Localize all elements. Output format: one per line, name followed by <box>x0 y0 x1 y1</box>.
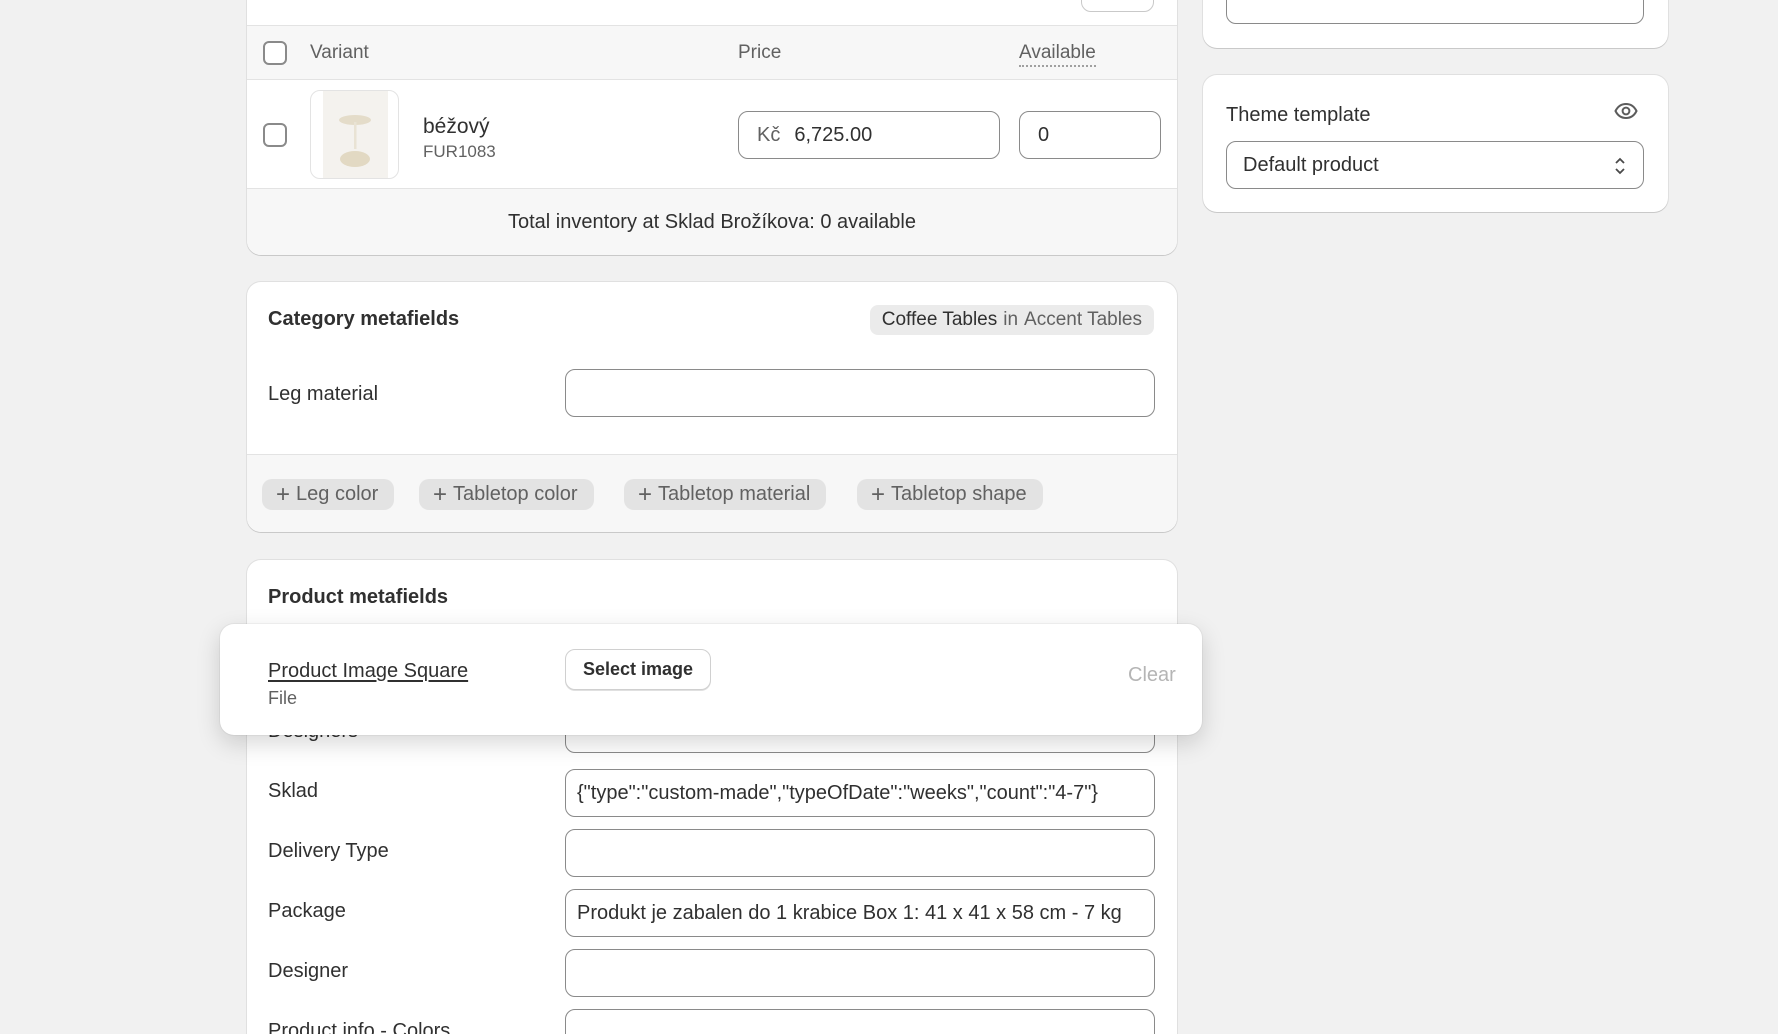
variant-price-input[interactable]: Kč 6,725.00 <box>738 111 1000 159</box>
package-label: Package <box>268 900 346 922</box>
select-image-button[interactable]: Select image <box>565 649 712 690</box>
delivery-type-input[interactable] <box>565 829 1155 877</box>
product-info-colors-input[interactable] <box>565 1009 1155 1034</box>
plus-icon: + <box>871 480 886 508</box>
price-value: 6,725.00 <box>794 123 873 146</box>
category-metafields-title: Category metafields <box>268 308 460 330</box>
add-tabletop-color-chip[interactable]: + Tabletop color <box>419 479 594 510</box>
delivery-type-label: Delivery Type <box>268 840 389 862</box>
leg-material-input[interactable] <box>565 369 1155 417</box>
category-in: in <box>1003 309 1019 330</box>
category-badge: Coffee Tables in Accent Tables <box>869 305 1154 335</box>
product-image-square-link[interactable]: Product Image Square <box>268 660 468 683</box>
variant-name[interactable]: béžový <box>423 115 490 139</box>
product-info-colors-label: Product info - Colors <box>268 1020 451 1034</box>
designer-label: Designer <box>268 960 349 982</box>
available-value: 0 <box>1038 123 1050 146</box>
select-image-label: Select image <box>583 659 694 679</box>
plus-icon: + <box>276 480 291 508</box>
theme-template-title: Theme template <box>1226 104 1371 126</box>
plus-icon: + <box>433 480 448 508</box>
field-type-label: File <box>268 688 298 708</box>
price-header: Price <box>738 42 782 63</box>
add-tabletop-shape-chip[interactable]: + Tabletop shape <box>857 479 1043 510</box>
variants-top-button[interactable] <box>1081 0 1154 12</box>
theme-template-value: Default product <box>1243 153 1379 176</box>
plus-icon: + <box>638 480 653 508</box>
theme-template-card: Theme template Default product <box>1203 75 1668 212</box>
total-inventory-footer: Total inventory at Sklad Brožíkova: 0 av… <box>247 189 1177 255</box>
package-input[interactable]: Produkt je zabalen do 1 krabice Box 1: 4… <box>565 889 1155 937</box>
chip-label: Leg color <box>296 483 379 505</box>
select-all-checkbox[interactable] <box>263 41 287 65</box>
designer-input[interactable] <box>565 949 1155 997</box>
clear-button[interactable]: Clear <box>1128 664 1176 687</box>
leg-material-label: Leg material <box>268 383 379 405</box>
select-chevron-icon <box>1612 154 1628 178</box>
category-parent: Accent Tables <box>1024 309 1142 330</box>
sklad-value: {"type":"custom-made","typeOfDate":"week… <box>577 781 1098 804</box>
category-metafields-card: Category metafields Coffee Tables in Acc… <box>247 282 1177 532</box>
variant-sku: FUR1083 <box>423 142 496 161</box>
theme-template-select[interactable]: Default product <box>1226 141 1644 189</box>
variant-thumbnail[interactable] <box>310 90 399 179</box>
variants-table-header: Variant Price Available <box>247 25 1177 80</box>
right-top-card <box>1203 0 1668 48</box>
dragged-metafield-row[interactable]: Product Image Square File Select image C… <box>220 624 1202 735</box>
package-value: Produkt je zabalen do 1 krabice Box 1: 4… <box>577 901 1122 924</box>
category-name: Coffee Tables <box>881 309 998 330</box>
sklad-input[interactable]: {"type":"custom-made","typeOfDate":"week… <box>565 769 1155 817</box>
sklad-label: Sklad <box>268 780 319 802</box>
add-leg-color-chip[interactable]: + Leg color <box>262 479 395 510</box>
available-header[interactable]: Available <box>1019 42 1096 67</box>
chip-label: Tabletop shape <box>891 483 1027 505</box>
variant-row[interactable]: béžový FUR1083 Kč 6,725.00 0 <box>247 80 1177 189</box>
right-top-input[interactable] <box>1226 0 1644 24</box>
currency-prefix: Kč <box>757 123 781 146</box>
total-inventory-text: Total inventory at Sklad Brožíkova: 0 av… <box>508 210 916 233</box>
eye-icon[interactable] <box>1614 99 1638 123</box>
variant-available-input[interactable]: 0 <box>1019 111 1161 159</box>
chip-label: Tabletop color <box>453 483 578 505</box>
variant-checkbox[interactable] <box>263 123 287 147</box>
variants-card: Variant Price Available béžový FUR1083 K… <box>247 0 1177 255</box>
add-tabletop-material-chip[interactable]: + Tabletop material <box>624 479 827 510</box>
category-chips-footer: + Leg color + Tabletop color + Tabletop … <box>247 454 1177 532</box>
variant-header: Variant <box>310 42 369 63</box>
product-metafields-title: Product metafields <box>268 586 449 608</box>
chip-label: Tabletop material <box>658 483 811 505</box>
side-table-image-icon <box>323 91 388 178</box>
